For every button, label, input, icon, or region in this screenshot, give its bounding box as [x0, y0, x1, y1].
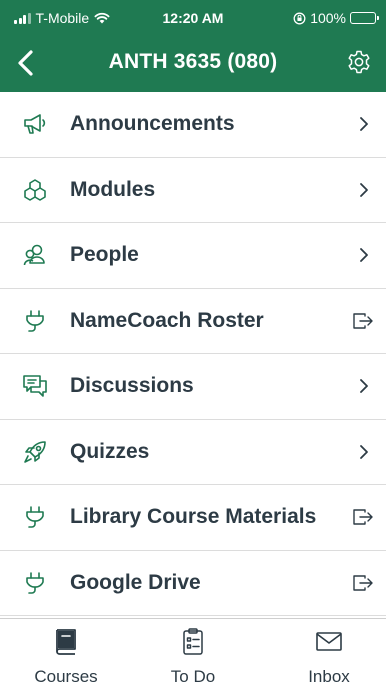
chevron-right-icon — [360, 182, 368, 197]
plug-icon — [26, 506, 44, 529]
discussion-icon — [23, 375, 47, 398]
bottom-tab-bar: Courses To Do Inbox — [0, 618, 386, 692]
chevron-right-icon — [360, 248, 368, 263]
orientation-lock-icon — [293, 12, 306, 24]
status-bar: T-Mobile 12:20 AM 100% — [0, 0, 386, 34]
tab-label: Courses — [34, 667, 98, 686]
tab-label: To Do — [170, 667, 216, 686]
page-title: ANTH 3635 (080) — [108, 50, 278, 73]
courses-book-icon — [56, 629, 76, 655]
tab-inbox[interactable]: Inbox — [276, 619, 382, 692]
plug-icon — [26, 309, 44, 332]
tab-label: Inbox — [308, 667, 350, 686]
gear-icon[interactable] — [346, 49, 372, 75]
status-right: 100% — [293, 10, 379, 26]
menu-item-label: Google Drive — [70, 570, 201, 594]
menu-item-label: Quizzes — [70, 439, 150, 463]
external-link-icon — [353, 313, 373, 329]
people-icon — [23, 244, 45, 266]
battery-icon — [350, 12, 379, 24]
megaphone-icon — [24, 114, 46, 135]
external-link-icon — [353, 509, 373, 525]
external-link-icon — [353, 575, 373, 591]
menu-item-label: Modules — [70, 177, 156, 201]
menu-item-announcements[interactable]: Announcements — [0, 92, 386, 158]
plug-icon — [26, 571, 44, 594]
menu-item-modules[interactable]: Modules — [0, 158, 386, 223]
tab-to-do[interactable]: To Do — [140, 619, 246, 692]
modules-icon — [24, 178, 46, 201]
tab-courses[interactable]: Courses — [10, 619, 122, 692]
menu-item-label: Announcements — [70, 112, 235, 136]
inbox-envelope-icon — [316, 632, 342, 651]
menu-item-label: People — [70, 243, 139, 267]
chevron-right-icon — [360, 444, 368, 459]
menu-item-label: Library Course Materials — [70, 505, 317, 529]
chevron-right-icon — [360, 117, 368, 132]
menu-item-google-drive[interactable]: Google Drive — [0, 551, 386, 616]
menu-item-namecoach-roster[interactable]: NameCoach Roster — [0, 289, 386, 354]
todo-clipboard-icon — [183, 628, 203, 655]
menu-item-label: Discussions — [70, 374, 194, 398]
app-header: T-Mobile 12:20 AM 100% ANTH 3635 (080) — [0, 0, 386, 92]
menu-item-quizzes[interactable]: Quizzes — [0, 420, 386, 485]
menu-item-people[interactable]: People — [0, 223, 386, 289]
nav-bar: ANTH 3635 (080) — [0, 34, 386, 92]
menu-item-discussions[interactable]: Discussions — [0, 354, 386, 420]
chevron-right-icon — [360, 379, 368, 394]
battery-label: 100% — [310, 10, 346, 26]
course-menu-list: Announcements Modules People NameCoach R… — [0, 92, 386, 618]
menu-item-library-course-materials[interactable]: Library Course Materials — [0, 485, 386, 551]
rocket-icon — [24, 440, 46, 463]
menu-item-label: NameCoach Roster — [70, 308, 264, 332]
